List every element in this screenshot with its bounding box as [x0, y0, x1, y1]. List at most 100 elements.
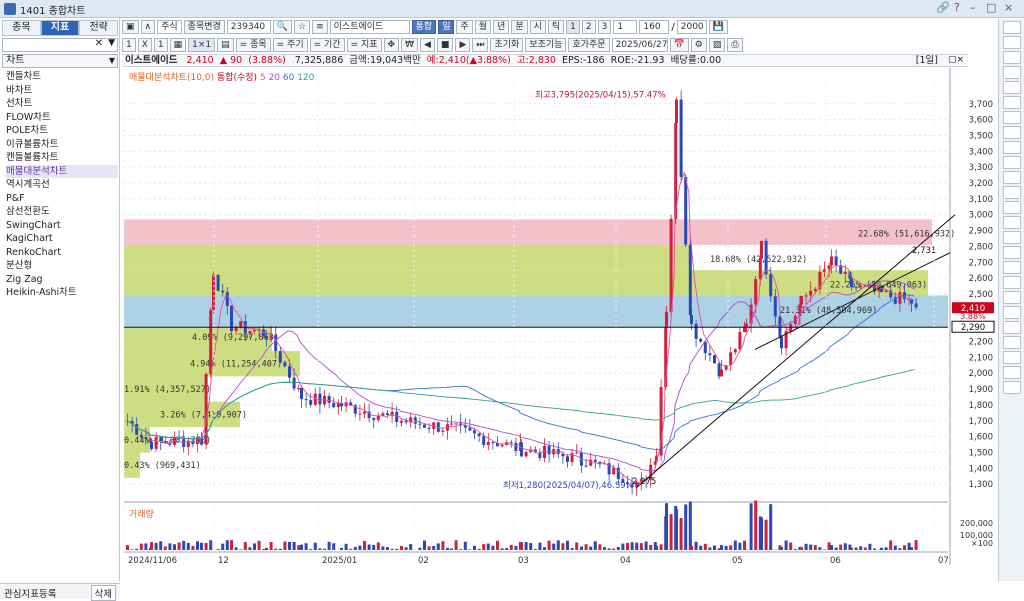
sync-period-toggle[interactable]: = 주기 — [273, 38, 308, 52]
period-minute[interactable]: 분 — [511, 20, 527, 34]
config-tool-icon[interactable] — [1003, 351, 1021, 364]
register-indicator-button[interactable]: 관심지표등록 — [4, 586, 56, 600]
up-tool-icon[interactable] — [1003, 366, 1021, 379]
up-icon[interactable]: ∧ — [141, 20, 156, 34]
delete-button[interactable]: 삭제 — [91, 585, 116, 601]
indicator-item[interactable]: POLE차트 — [6, 124, 118, 138]
maximize-button[interactable]: □ — [986, 1, 996, 14]
sync-range-toggle[interactable]: = 기간 — [310, 38, 345, 52]
indicator-item[interactable]: 이큐볼륨차트 — [6, 138, 118, 152]
sync-indicator-toggle[interactable]: = 지표 — [347, 38, 382, 52]
indicator-item[interactable]: 매물대분석차트 — [6, 165, 118, 179]
link-icon[interactable]: 🔗 — [936, 1, 950, 14]
down-tool-icon[interactable] — [1003, 381, 1021, 394]
export-icon[interactable]: ▧ — [709, 38, 726, 52]
minimize-button[interactable]: – — [970, 1, 976, 14]
search-icon[interactable]: 🔍 — [273, 20, 292, 34]
sync-stock-toggle[interactable]: = 종목 — [236, 38, 271, 52]
text-tool-icon[interactable] — [1003, 96, 1021, 109]
fib-tool-icon[interactable] — [1003, 81, 1021, 94]
close-button[interactable]: × — [1004, 1, 1013, 14]
indicator-item[interactable]: 역시계곡선 — [6, 178, 118, 192]
indicator-item[interactable]: RenkoChart — [6, 246, 118, 260]
rect-tool-icon[interactable] — [1003, 126, 1021, 139]
category-select[interactable]: 차트▼ — [2, 54, 118, 68]
cross-tool-icon[interactable] — [1003, 156, 1021, 169]
tab-stock[interactable]: 종목 — [2, 20, 41, 36]
calendar-icon[interactable]: 📅 — [670, 38, 689, 52]
indicator-item[interactable]: 캔들볼륨차트 — [6, 151, 118, 165]
lock-tool-icon[interactable] — [1003, 291, 1021, 304]
period-tool-icon[interactable] — [1003, 246, 1021, 259]
won-icon[interactable]: ₩ — [401, 38, 418, 52]
circle-tool-icon[interactable] — [1003, 141, 1021, 154]
stop-icon[interactable]: ■ — [437, 38, 454, 52]
indicator-item[interactable]: KagiChart — [6, 232, 118, 246]
scale-1b[interactable]: 1 — [154, 38, 168, 52]
indicator-item[interactable]: Zig Zag — [6, 273, 118, 287]
grid-icon[interactable]: ▦ — [170, 38, 187, 52]
indicator-item[interactable]: 선차트 — [6, 97, 118, 111]
ruler-tool-icon[interactable] — [1003, 216, 1021, 229]
ray-tool-icon[interactable] — [1003, 51, 1021, 64]
num-3[interactable]: 3 — [598, 20, 612, 34]
stock-name-field[interactable]: 이스트에이드 — [330, 20, 410, 34]
period-hour[interactable]: 시 — [530, 20, 546, 34]
price-chart[interactable]: 3,7003,6003,5003,4003,3003,2003,1003,000… — [122, 68, 998, 581]
period-month[interactable]: 월 — [475, 20, 491, 34]
pen-tool-icon[interactable] — [1003, 201, 1021, 214]
num-2[interactable]: 2 — [582, 20, 596, 34]
indicator-item[interactable]: 캔들차트 — [6, 70, 118, 84]
stock-change-select[interactable]: 종목변경 — [184, 20, 225, 34]
period-year[interactable]: 년 — [493, 20, 509, 34]
period-week[interactable]: 주 — [456, 20, 472, 34]
integrated-button[interactable]: 통합 — [412, 20, 437, 34]
clear-icon[interactable]: ✕ — [95, 38, 103, 49]
market-type-select[interactable]: 주식 — [157, 20, 182, 34]
last-icon[interactable]: ⏭ — [472, 38, 488, 52]
favorite-icon[interactable]: ☆ — [294, 20, 310, 34]
indicator-item[interactable]: SwingChart — [6, 219, 118, 233]
cursor-tool-icon[interactable] — [1003, 21, 1021, 34]
next-icon[interactable]: ▶ — [455, 38, 470, 52]
assist-button[interactable]: 보조기능 — [525, 38, 566, 52]
indicator-item[interactable]: Heikin-Ashi차트 — [6, 286, 118, 300]
layout-icon[interactable]: ▣ — [122, 20, 139, 34]
count-input[interactable]: 160 — [639, 20, 669, 34]
erase-tool-icon[interactable] — [1003, 276, 1021, 289]
unit-input[interactable]: 1 — [613, 20, 637, 34]
mark-tool-icon[interactable] — [1003, 261, 1021, 274]
dropdown-icon[interactable]: ▼ — [108, 38, 115, 48]
indicator-search-input[interactable]: ✕ ▼ — [2, 38, 118, 52]
indicator-item[interactable]: 분산형 — [6, 259, 118, 273]
help-icon[interactable]: ? — [954, 1, 960, 14]
stock-code-input[interactable]: 239340 — [227, 20, 271, 34]
period-day[interactable]: 일 — [438, 20, 454, 34]
refresh-tool-icon[interactable] — [1003, 321, 1021, 334]
indicator-item[interactable]: P&F — [6, 192, 118, 206]
num-1[interactable]: 1 — [566, 20, 580, 34]
ratio-icon[interactable]: 1×1 — [188, 38, 215, 52]
trash-tool-icon[interactable] — [1003, 336, 1021, 349]
scale-x[interactable]: X — [138, 38, 152, 52]
measure-tool-icon[interactable] — [1003, 186, 1021, 199]
move-icon[interactable]: ✥ — [384, 38, 400, 52]
settings-icon[interactable]: ⚙ — [691, 38, 707, 52]
indicator-item[interactable]: 삼선전환도 — [6, 205, 118, 219]
table-icon[interactable]: ▤ — [217, 38, 234, 52]
save-icon[interactable]: 💾 — [709, 20, 728, 34]
reset-button[interactable]: 초기화 — [490, 38, 523, 52]
order-button[interactable]: 호가주문 — [568, 38, 609, 52]
list-icon[interactable]: ≡ — [312, 20, 328, 34]
channel-tool-icon[interactable] — [1003, 66, 1021, 79]
print-icon[interactable]: ⎙ — [727, 38, 742, 52]
indicator-item[interactable]: FLOW차트 — [6, 111, 118, 125]
hide-tool-icon[interactable] — [1003, 306, 1021, 319]
zoom-tool-icon[interactable] — [1003, 171, 1021, 184]
date-input[interactable]: 2025/06/27 — [612, 38, 668, 52]
period-tick[interactable]: 틱 — [548, 20, 564, 34]
arrow-tool-icon[interactable] — [1003, 111, 1021, 124]
indicator-item[interactable]: 바차트 — [6, 84, 118, 98]
line-tool-icon[interactable] — [1003, 36, 1021, 49]
prev-icon[interactable]: ◀ — [420, 38, 435, 52]
